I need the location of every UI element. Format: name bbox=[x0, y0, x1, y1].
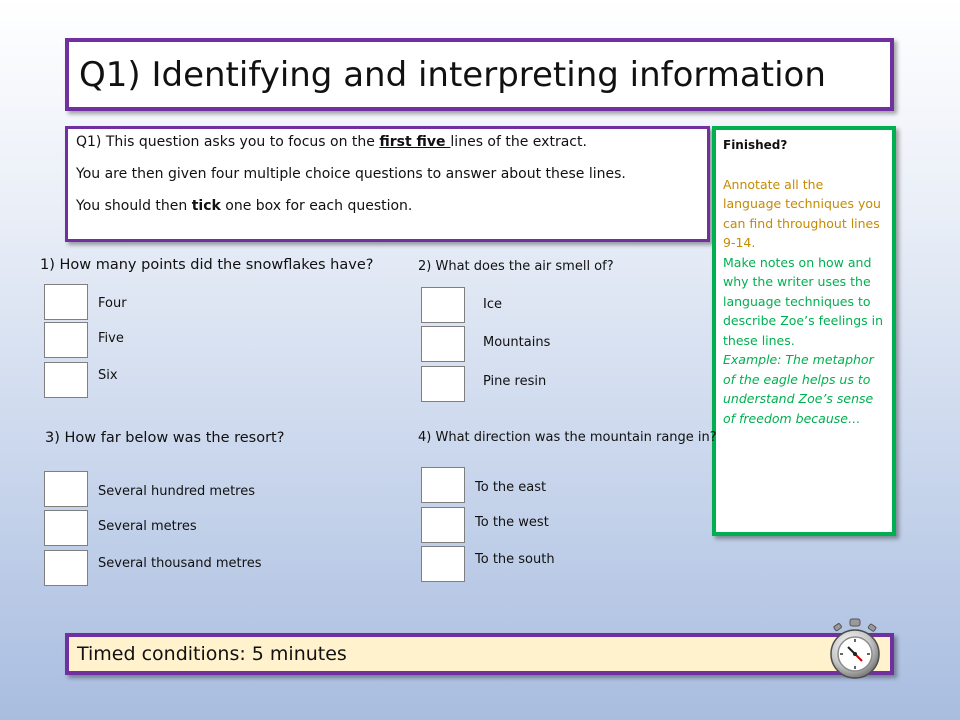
question-3-checkbox-several-hundred[interactable] bbox=[44, 471, 88, 507]
question-2-checkbox-mountains[interactable] bbox=[421, 326, 465, 362]
question-1-title: 1) How many points did the snowflakes ha… bbox=[40, 257, 374, 273]
question-3-checkbox-several-thousand[interactable] bbox=[44, 550, 88, 586]
question-1-option-six: Six bbox=[98, 368, 118, 383]
question-4-option-west: To the west bbox=[475, 515, 549, 530]
question-3-title: 3) How far below was the resort? bbox=[45, 430, 285, 446]
question-1-checkbox-four[interactable] bbox=[44, 284, 88, 320]
question-4-option-south: To the south bbox=[475, 552, 555, 567]
finished-box: Finished? Annotate all the language tech… bbox=[712, 126, 896, 536]
question-2-option-ice: Ice bbox=[483, 297, 502, 312]
instruction-emphasis-first-five: first five bbox=[379, 134, 451, 150]
question-4-option-east: To the east bbox=[475, 480, 547, 495]
question-4-checkbox-south[interactable] bbox=[421, 546, 465, 582]
question-3-option-several-hundred: Several hundred metres bbox=[98, 484, 255, 499]
instruction-line-1-start: Q1) This question asks you to focus on t… bbox=[76, 134, 380, 150]
question-2-checkbox-pine-resin[interactable] bbox=[421, 366, 465, 402]
title-box: Q1) Identifying and interpreting informa… bbox=[65, 38, 894, 111]
instruction-line-3-start: You should then bbox=[76, 198, 192, 214]
stopwatch-icon bbox=[826, 616, 884, 680]
question-2-option-mountains: Mountains bbox=[483, 335, 551, 350]
question-1-option-four: Four bbox=[98, 296, 127, 311]
question-1-checkbox-six[interactable] bbox=[44, 362, 88, 398]
question-3-option-several-thousand: Several thousand metres bbox=[98, 556, 262, 571]
timer-bar: Timed conditions: 5 minutes bbox=[65, 633, 894, 675]
instructions-box: Q1) This question asks you to focus on t… bbox=[65, 126, 710, 242]
instruction-line-2: You are then given four multiple choice … bbox=[76, 166, 626, 182]
question-2-checkbox-ice[interactable] bbox=[421, 287, 465, 323]
question-2-title: 2) What does the air smell of? bbox=[418, 259, 614, 274]
instruction-line-1-end: lines of the extract. bbox=[450, 134, 587, 150]
instruction-line-1: Q1) This question asks you to focus on t… bbox=[76, 133, 699, 151]
timer-text: Timed conditions: 5 minutes bbox=[77, 643, 347, 665]
question-4-checkbox-east[interactable] bbox=[421, 467, 465, 503]
page-title: Q1) Identifying and interpreting informa… bbox=[79, 55, 826, 95]
question-3-checkbox-several-metres[interactable] bbox=[44, 510, 88, 546]
instruction-line-3-end: one box for each question. bbox=[220, 198, 413, 214]
question-1-option-five: Five bbox=[98, 331, 124, 346]
instruction-line-3: You should then tick one box for each qu… bbox=[76, 197, 699, 215]
instruction-emphasis-tick: tick bbox=[191, 198, 221, 214]
finished-task-annotate: Annotate all the language techniques you… bbox=[723, 176, 881, 251]
question-1-checkbox-five[interactable] bbox=[44, 322, 88, 358]
question-2-option-pine-resin: Pine resin bbox=[483, 374, 547, 389]
finished-heading: Finished? bbox=[723, 138, 788, 152]
finished-example: Example: The metaphor of the eagle helps… bbox=[723, 352, 874, 426]
question-3-option-several-metres: Several metres bbox=[98, 519, 197, 534]
question-4-title: 4) What direction was the mountain range… bbox=[418, 430, 717, 445]
finished-task-notes: Make notes on how and why the writer use… bbox=[723, 254, 884, 348]
question-4-checkbox-west[interactable] bbox=[421, 507, 465, 543]
